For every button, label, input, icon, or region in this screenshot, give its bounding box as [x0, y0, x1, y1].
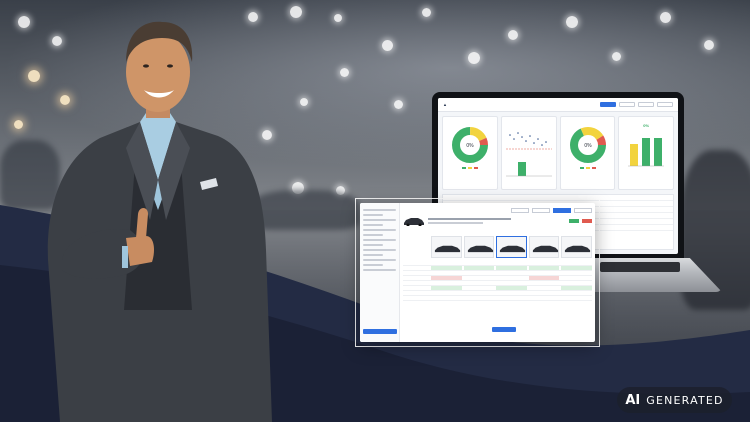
sidebar-line — [363, 229, 396, 231]
car-icon — [434, 245, 461, 253]
sidebar-line — [363, 264, 383, 266]
dashboard-button[interactable] — [657, 102, 673, 107]
status-indicator — [582, 219, 592, 223]
sidebar-line — [363, 219, 396, 221]
sidebar-line — [363, 214, 383, 216]
table-row — [403, 296, 592, 301]
status-indicator — [569, 219, 579, 223]
dashboard-topbar: ▲ — [438, 98, 678, 112]
dashboard-button[interactable] — [619, 102, 635, 107]
sidebar-line — [363, 269, 396, 271]
sidebar-line — [363, 254, 383, 256]
app-sidebar — [360, 203, 400, 342]
donut-value: 0% — [466, 143, 474, 149]
ai-generated-badge: AI GENERATED — [617, 387, 732, 413]
app-tab[interactable] — [511, 207, 529, 213]
car-icon — [467, 245, 493, 253]
app-header — [403, 206, 592, 214]
card-title-placeholder — [445, 119, 495, 123]
vehicle-card[interactable] — [528, 236, 560, 258]
bar-chart — [628, 138, 665, 167]
dashboard-button[interactable] — [638, 102, 654, 107]
scatter-chart-card — [500, 116, 557, 190]
bar-chart-card: 0% — [618, 116, 675, 190]
app-main-panel — [400, 203, 595, 342]
card-title-placeholder — [563, 119, 613, 123]
car-icon — [532, 245, 558, 253]
sidebar-line — [363, 224, 383, 226]
sidebar-line — [363, 249, 396, 251]
sidebar-line — [363, 244, 383, 246]
car-thumbnail-icon — [404, 218, 424, 226]
scatter-chart — [505, 132, 552, 150]
vehicle-header — [403, 216, 592, 226]
sidebar-line — [363, 209, 396, 211]
sidebar-line — [363, 234, 383, 236]
car-icon — [565, 245, 591, 253]
vehicle-comparison-window — [360, 203, 595, 342]
mini-bar-chart — [505, 162, 552, 177]
app-tab-active[interactable] — [553, 207, 571, 213]
donut-chart: 0% — [569, 127, 606, 163]
donut-chart-card: 0% — [442, 116, 498, 190]
vehicle-card[interactable] — [561, 236, 592, 258]
vehicle-card[interactable] — [431, 236, 462, 258]
smiling-man-thumbs-up — [47, 21, 272, 422]
donut-value: 0% — [584, 143, 592, 149]
vehicle-comparison-row — [431, 236, 592, 258]
sidebar-action-button[interactable] — [363, 329, 397, 334]
vehicle-card[interactable] — [463, 236, 495, 258]
donut-chart: 0% — [451, 127, 488, 163]
card-title-placeholder — [504, 119, 554, 123]
dashboard-logo: ▲ — [443, 102, 447, 107]
bar-card-value: 0% — [643, 123, 650, 128]
ai-badge-ai: AI — [625, 392, 641, 408]
app-tab[interactable] — [532, 207, 550, 213]
select-vehicle-button[interactable] — [492, 327, 516, 332]
ai-badge-label: GENERATED — [646, 393, 724, 407]
donut-chart-card: 0% — [559, 116, 616, 190]
vehicle-card-selected[interactable] — [496, 236, 527, 258]
sidebar-line — [363, 259, 396, 261]
sidebar-line — [363, 239, 396, 241]
app-tab[interactable] — [574, 207, 592, 213]
dashboard-primary-button[interactable] — [600, 102, 616, 107]
comparison-grid — [403, 261, 592, 301]
car-icon — [500, 245, 526, 253]
laptop-keyboard — [600, 262, 680, 272]
